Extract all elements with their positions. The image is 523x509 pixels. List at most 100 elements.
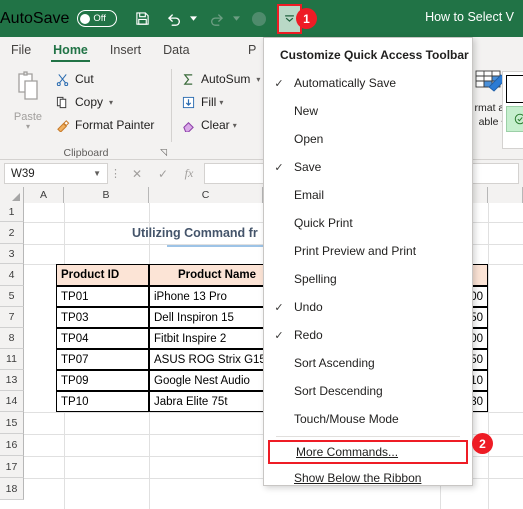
menu-label: Touch/Mouse Mode (294, 412, 399, 426)
row-header-4[interactable]: 4 (0, 264, 24, 286)
menu-item-automatically-save[interactable]: ✓ Automatically Save (264, 69, 472, 97)
menu-item-sort-descending[interactable]: Sort Descending (264, 377, 472, 405)
cut-label: Cut (75, 72, 94, 86)
formula-bar-divider: ⋮ (110, 168, 122, 180)
autosave-state: Off (93, 13, 106, 24)
enter-formula-icon[interactable]: ✓ (150, 163, 176, 184)
copy-button[interactable]: Copy ▾ (53, 95, 113, 109)
row-header-13[interactable]: 13 (0, 370, 24, 391)
menu-label: Print Preview and Print (294, 244, 417, 258)
table-cell-id: TP07 (56, 349, 149, 370)
menu-item-quick-print[interactable]: Quick Print (264, 209, 472, 237)
menu-label: Show Below the Ribbon (294, 471, 422, 485)
menu-label: Undo (294, 300, 323, 314)
record-icon (245, 5, 272, 32)
tab-data[interactable]: Data (152, 37, 200, 63)
check-icon: ✓ (274, 329, 284, 342)
cut-button[interactable]: Cut (53, 72, 94, 86)
redo-icon (203, 5, 230, 32)
eraser-icon (178, 119, 198, 132)
row-header-16[interactable]: 16 (0, 434, 24, 456)
format-painter-button[interactable]: Format Painter (53, 118, 154, 132)
check-icon: ✓ (274, 161, 284, 174)
row-header-7[interactable]: 7 (0, 307, 24, 328)
row-header-17[interactable]: 17 (0, 456, 24, 478)
menu-item-undo[interactable]: ✓ Undo (264, 293, 472, 321)
menu-item-new[interactable]: New (264, 97, 472, 125)
menu-item-open[interactable]: Open (264, 125, 472, 153)
autosum-caret-icon[interactable]: ▾ (256, 75, 260, 84)
name-box[interactable]: W39 ▼ (4, 163, 108, 184)
row-header-14[interactable]: 14 (0, 391, 24, 412)
copy-caret-icon[interactable]: ▾ (109, 98, 113, 107)
table-cell-id: TP04 (56, 328, 149, 349)
paste-button[interactable]: Paste ▾ (6, 69, 50, 131)
tab-insert[interactable]: Insert (99, 37, 152, 63)
menu-item-redo[interactable]: ✓ Redo (264, 321, 472, 349)
clear-button[interactable]: Clear ▾ (178, 118, 237, 132)
autosave-toggle[interactable]: Off (77, 10, 118, 27)
redo-caret-icon (230, 5, 242, 32)
menu-label: Sort Ascending (294, 356, 375, 370)
column-header-c[interactable]: C (149, 187, 263, 203)
tab-home[interactable]: Home (42, 37, 99, 63)
qat-menu-title: Customize Quick Access Toolbar (280, 48, 469, 62)
gridline (488, 203, 489, 509)
format-painter-icon (53, 119, 72, 132)
excel-window: AutoSave Off How to Select V File Home I… (0, 0, 523, 509)
insert-function-icon[interactable]: fx (176, 163, 202, 184)
menu-label: Open (294, 132, 324, 146)
row-header-2[interactable]: 2 (0, 222, 24, 244)
fill-down-icon (178, 96, 198, 109)
column-header-g[interactable] (488, 187, 523, 203)
sheet-title: Utilizing Command fr (132, 226, 258, 240)
menu-label: Save (294, 160, 322, 174)
menu-separator (276, 436, 460, 437)
fill-button[interactable]: Fill ▾ (178, 95, 223, 109)
check-icon: ✓ (274, 77, 284, 90)
menu-item-email[interactable]: Email (264, 181, 472, 209)
save-icon[interactable] (129, 5, 156, 32)
name-box-value: W39 (11, 167, 35, 180)
autosave-label: AutoSave (0, 9, 70, 27)
document-title: How to Select V (425, 10, 514, 24)
clear-caret-icon[interactable]: ▾ (233, 121, 237, 130)
undo-caret-icon[interactable] (187, 5, 199, 32)
format-painter-label: Format Painter (75, 118, 155, 132)
column-header-a[interactable]: A (24, 187, 64, 203)
row-header-8[interactable]: 8 (0, 328, 24, 349)
title-bar: AutoSave Off How to Select V (0, 0, 523, 37)
tab-file[interactable]: File (0, 37, 42, 63)
cell-style-good[interactable] (506, 106, 523, 132)
autosum-button[interactable]: AutoSum ▾ (178, 72, 260, 86)
fill-caret-icon[interactable]: ▾ (219, 98, 223, 107)
fill-label: Fill (201, 95, 217, 109)
menu-item-touch-mouse-mode[interactable]: Touch/Mouse Mode (264, 405, 472, 433)
row-header-15[interactable]: 15 (0, 412, 24, 434)
column-header-b[interactable]: B (64, 187, 149, 203)
undo-icon[interactable] (160, 5, 187, 32)
table-cell-id: TP09 (56, 370, 149, 391)
clipboard-dialog-launcher-icon[interactable]: ◹ (160, 147, 167, 158)
menu-item-show-below-the-ribbon[interactable]: Show Below the Ribbon (264, 464, 472, 492)
table-cell-id: TP03 (56, 307, 149, 328)
row-header-18[interactable]: 18 (0, 478, 24, 500)
menu-item-save[interactable]: ✓ Save (264, 153, 472, 181)
menu-item-sort-ascending[interactable]: Sort Ascending (264, 349, 472, 377)
chevron-down-icon[interactable]: ▼ (93, 169, 101, 178)
cell-styles-gallery[interactable] (502, 71, 523, 149)
cancel-formula-icon[interactable]: ✕ (124, 163, 150, 184)
row-header-3[interactable]: 3 (0, 244, 24, 264)
paste-caret-icon[interactable]: ▾ (6, 123, 50, 131)
table-header-product-id: Product ID (56, 264, 149, 286)
menu-label: Quick Print (294, 216, 353, 230)
menu-item-print-preview-and-print[interactable]: Print Preview and Print (264, 237, 472, 265)
row-header-5[interactable]: 5 (0, 286, 24, 307)
row-header-11[interactable]: 11 (0, 349, 24, 370)
select-all-corner[interactable] (0, 187, 24, 203)
menu-item-more-commands[interactable]: More Commands... (268, 440, 468, 464)
row-header-1[interactable]: 1 (0, 203, 24, 222)
menu-item-spelling[interactable]: Spelling (264, 265, 472, 293)
cell-style-normal[interactable] (506, 75, 523, 103)
select-all-triangle-icon (12, 193, 20, 201)
